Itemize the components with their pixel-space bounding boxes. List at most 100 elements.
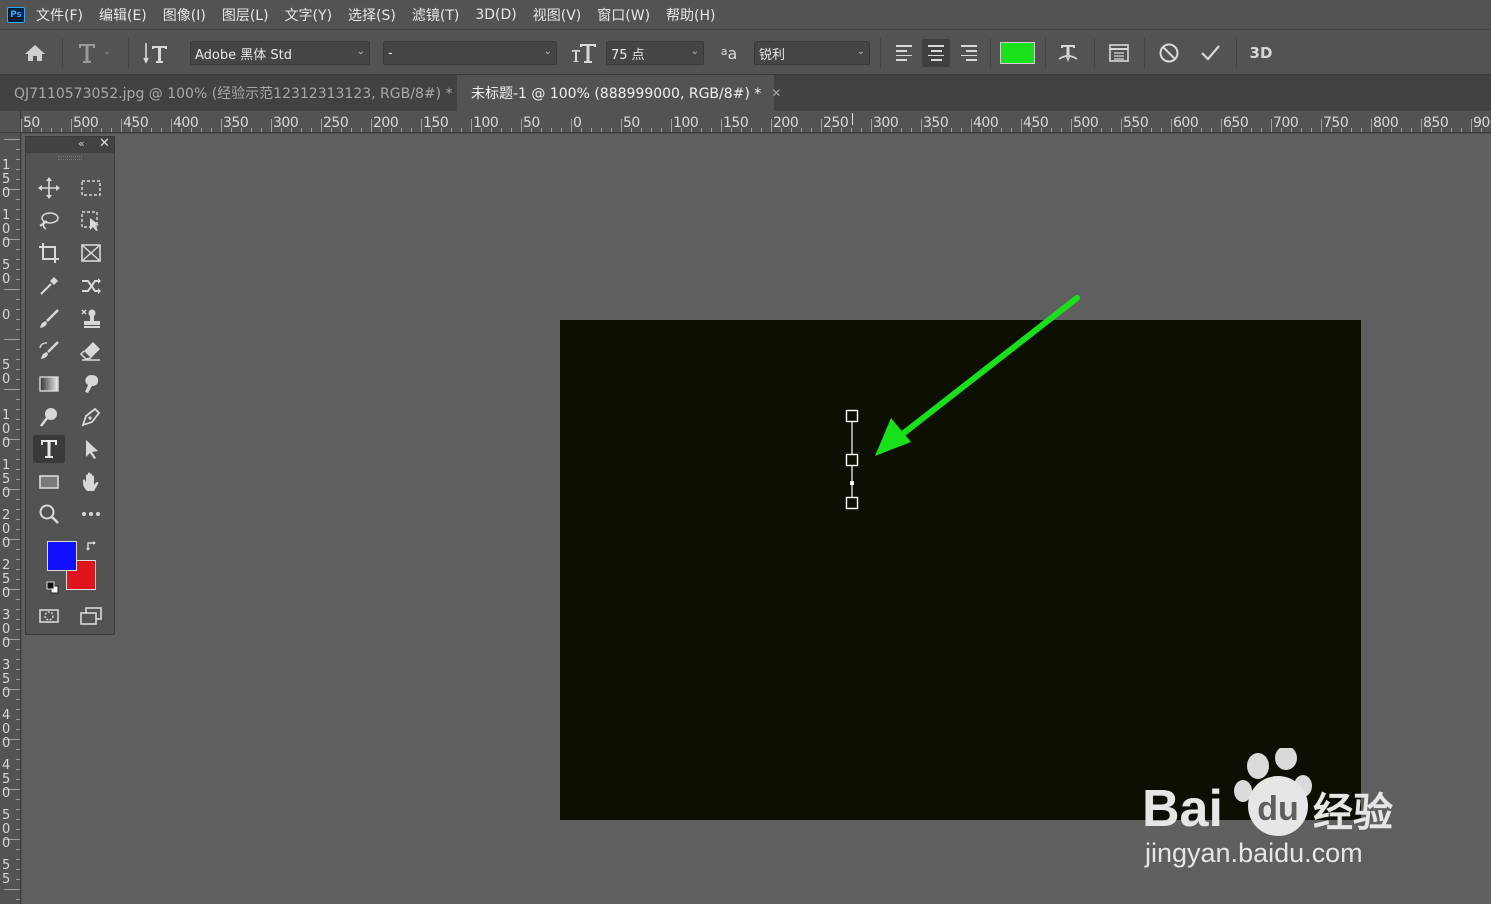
- tab-document-2[interactable]: 未标题-1 @ 100% (888999000, RGB/8#) * ✕: [457, 75, 781, 111]
- menu-layer[interactable]: 图层(L): [222, 5, 269, 25]
- ruler-minor-tick: [16, 169, 20, 170]
- font-style-dropdown[interactable]: - ⌄: [383, 41, 557, 65]
- panel-grip[interactable]: [58, 156, 82, 160]
- ruler-minor-tick: [16, 449, 20, 450]
- hand-tool[interactable]: [75, 468, 107, 496]
- more-tools[interactable]: [75, 500, 107, 528]
- commit-check-icon[interactable]: [1197, 40, 1223, 66]
- ruler-minor-tick: [711, 128, 712, 132]
- ruler-minor-tick: [661, 128, 662, 132]
- smudge-tool[interactable]: [75, 370, 107, 398]
- home-icon[interactable]: [22, 42, 48, 64]
- ruler-minor-tick: [16, 559, 20, 560]
- text-insertion-cursor[interactable]: [840, 405, 864, 513]
- ruler-tick: [1271, 119, 1272, 132]
- history-brush-tool[interactable]: [33, 337, 65, 365]
- menu-file[interactable]: 文件(F): [36, 5, 83, 25]
- close-icon[interactable]: ✕: [99, 136, 110, 151]
- ruler-minor-tick: [16, 459, 20, 460]
- antialias-dropdown[interactable]: 锐利 ⌄: [754, 41, 870, 65]
- eyedropper-tool[interactable]: [33, 272, 65, 300]
- healing-tool[interactable]: [75, 272, 107, 300]
- ruler-tick: [4, 139, 20, 140]
- rectangle-tool[interactable]: [33, 468, 65, 496]
- screen-mode-tool[interactable]: [75, 602, 107, 630]
- gradient-tool[interactable]: [33, 370, 65, 398]
- menu-type[interactable]: 文字(Y): [285, 5, 332, 25]
- align-right-button[interactable]: [955, 39, 983, 67]
- ruler-label: 50: [2, 258, 11, 287]
- 3d-icon[interactable]: 3D: [1248, 42, 1274, 64]
- ruler-minor-tick: [16, 209, 20, 210]
- separator: [880, 38, 881, 68]
- font-size-dropdown[interactable]: 75 点 ⌄: [606, 41, 704, 65]
- menu-image[interactable]: 图像(I): [163, 5, 206, 25]
- ruler-minor-tick: [211, 128, 212, 132]
- lasso-tool[interactable]: [33, 207, 65, 235]
- ruler-minor-tick: [411, 128, 412, 132]
- object-select-tool[interactable]: [75, 207, 107, 235]
- menu-filter[interactable]: 滤镜(T): [412, 5, 459, 25]
- tools-panel-header: « ✕: [26, 136, 114, 153]
- ruler-vertical[interactable]: 0015010050050100150200250300350400450500…: [0, 111, 21, 904]
- ruler-label: 100: [473, 115, 499, 131]
- warp-text-icon[interactable]: [1055, 40, 1081, 66]
- ruler-minor-tick: [1061, 128, 1062, 132]
- ruler-label: 150: [2, 158, 11, 201]
- menu-edit[interactable]: 编辑(E): [99, 5, 147, 25]
- stamp-tool[interactable]: [75, 305, 107, 333]
- ruler-minor-tick: [1311, 128, 1312, 132]
- ruler-minor-tick: [16, 509, 20, 510]
- font-family-dropdown[interactable]: Adobe 黑体 Std ⌄: [190, 41, 370, 65]
- brush-tool[interactable]: [33, 305, 65, 333]
- ruler-minor-tick: [301, 128, 302, 132]
- ruler-label: 200: [373, 115, 399, 131]
- ruler-minor-tick: [1351, 128, 1352, 132]
- default-colors-icon[interactable]: [46, 580, 60, 594]
- path-select-tool[interactable]: [75, 435, 107, 463]
- tab-document-1[interactable]: QJ7110573052.jpg @ 100% (经验示范12312313123…: [0, 75, 473, 111]
- type-tool-preset-icon[interactable]: [74, 40, 114, 66]
- ruler-tick: [21, 119, 22, 132]
- quick-mask-tool[interactable]: [33, 602, 65, 630]
- ruler-label: 600: [1173, 115, 1199, 131]
- type-tool[interactable]: [33, 435, 65, 463]
- frame-tool[interactable]: [75, 239, 107, 267]
- crop-tool[interactable]: [33, 239, 65, 267]
- pen-tool[interactable]: [75, 403, 107, 431]
- text-orientation-icon[interactable]: [143, 40, 171, 66]
- ruler-tick: [1021, 119, 1022, 132]
- ruler-label: 250: [823, 115, 849, 131]
- menu-help[interactable]: 帮助(H): [666, 5, 715, 25]
- menu-3d[interactable]: 3D(D): [475, 7, 516, 23]
- ruler-minor-tick: [16, 359, 20, 360]
- menu-select[interactable]: 选择(S): [348, 5, 396, 25]
- ruler-minor-tick: [861, 128, 862, 132]
- ruler-minor-tick: [16, 599, 20, 600]
- zoom-tool[interactable]: [33, 500, 65, 528]
- ruler-minor-tick: [311, 128, 312, 132]
- dodge-tool[interactable]: [33, 403, 65, 431]
- antialias-value: 锐利: [759, 47, 786, 63]
- move-tool[interactable]: [33, 174, 65, 202]
- character-panel-icon[interactable]: [1106, 40, 1132, 66]
- menu-window[interactable]: 窗口(W): [597, 5, 650, 25]
- cancel-icon[interactable]: [1156, 40, 1182, 66]
- swap-colors-icon[interactable]: [85, 538, 99, 552]
- foreground-color-swatch[interactable]: [47, 541, 77, 571]
- close-icon[interactable]: ✕: [771, 86, 781, 100]
- align-left-button[interactable]: [890, 39, 918, 67]
- ruler-corner[interactable]: [0, 111, 21, 133]
- ruler-horizontal[interactable]: 50 500 450 400 350 300 250 200 150 100 50 0 50 100 150…: [21, 111, 1491, 133]
- collapse-icon[interactable]: «: [78, 137, 85, 150]
- ruler-tick: [1321, 119, 1322, 132]
- text-color-swatch[interactable]: [1000, 42, 1035, 64]
- ruler-label: 450: [2, 758, 11, 801]
- ruler-minor-tick: [16, 429, 20, 430]
- eraser-tool[interactable]: [75, 337, 107, 365]
- menu-view[interactable]: 视图(V): [533, 5, 582, 25]
- marquee-tool[interactable]: [75, 174, 107, 202]
- align-center-button[interactable]: [922, 39, 950, 67]
- ruler-minor-tick: [16, 229, 20, 230]
- ruler-minor-tick: [541, 128, 542, 132]
